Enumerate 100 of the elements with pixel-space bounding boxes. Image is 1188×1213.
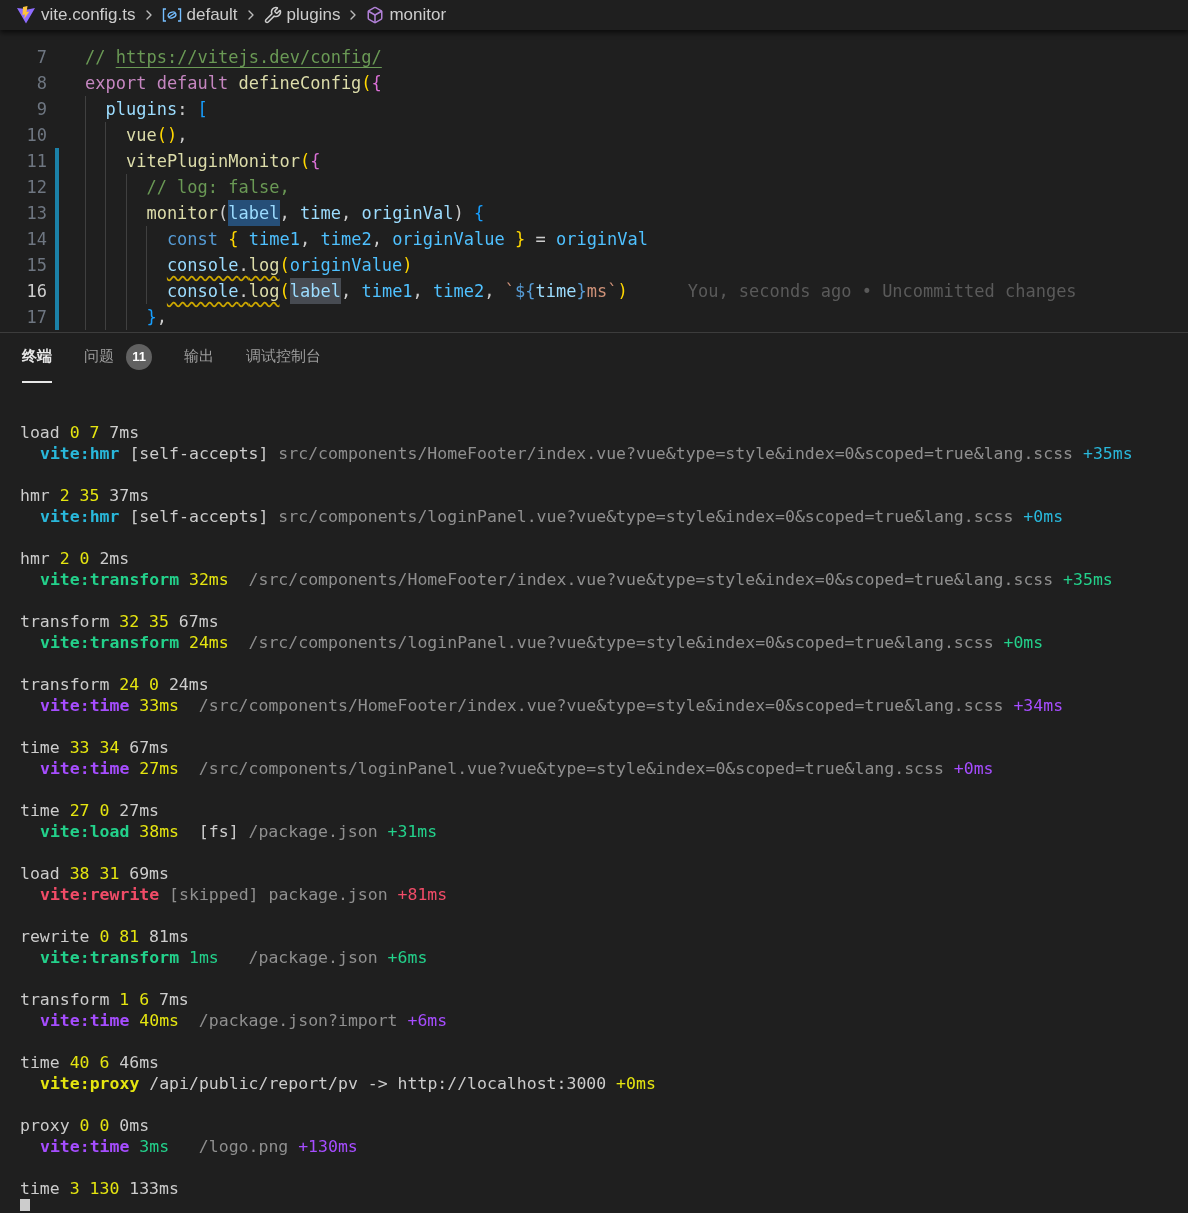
timing-value: 2 35 <box>59 485 100 506</box>
variable-name: time <box>535 280 577 303</box>
code-punctuation: , <box>177 124 188 147</box>
constant-name: originVal <box>555 228 649 251</box>
code-bracket: } <box>146 306 157 329</box>
code-string: ms` <box>586 280 618 303</box>
namespace-tag: vite:time <box>40 1010 130 1031</box>
log-text: transform <box>20 989 110 1010</box>
timing-value: 27ms <box>139 758 180 779</box>
timing-value: 24 0 <box>119 674 160 695</box>
constant-name: time2 <box>433 280 485 303</box>
log-text: transform <box>20 611 110 632</box>
namespace-tag: vite:time <box>40 758 130 779</box>
elapsed-time: +0ms <box>1023 506 1064 527</box>
elapsed-time: 3ms <box>139 1136 170 1157</box>
log-text: [self-accepts] <box>129 443 269 464</box>
log-text: 81ms <box>149 926 189 947</box>
constant-name: originValue <box>289 254 403 277</box>
log-detail: /src/components/loginPanel.vue?vue&type=style&index=0&scoped=true&lang.scss <box>247 632 994 653</box>
code-keyword: ${ <box>515 280 536 303</box>
namespace-tag: vite:rewrite <box>40 884 160 905</box>
elapsed-time: +35ms <box>1082 443 1133 464</box>
panel-tab[interactable]: 调试控制台 <box>246 332 321 383</box>
log-text: time <box>20 800 60 821</box>
namespace-tag: vite:transform <box>40 569 180 590</box>
code-bracket: ( <box>279 280 290 303</box>
code-punctuation: ) <box>453 202 465 225</box>
code-bracket: ) <box>617 280 628 303</box>
function-name: monitor <box>146 202 219 225</box>
breadcrumb-item[interactable]: plugins <box>286 2 341 28</box>
log-text: time <box>20 737 60 758</box>
line-number: 15 <box>25 254 47 277</box>
log-detail: /src/components/loginPanel.vue?vue&type=style&index=0&scoped=true&lang.scss <box>197 758 944 779</box>
code-punctuation: , <box>484 280 496 303</box>
log-detail: src/components/loginPanel.vue?vue&type=style&index=0&scoped=true&lang.scss <box>278 506 1014 527</box>
highlighted-variable: label <box>289 278 341 304</box>
code-keyword: const <box>166 228 220 251</box>
breadcrumb-item[interactable]: default <box>186 2 238 28</box>
log-detail: [skipped] package.json <box>169 884 388 905</box>
log-text: 67ms <box>129 737 169 758</box>
timing-value: 27 0 <box>69 800 110 821</box>
log-text: transform <box>20 674 110 695</box>
log-detail: src/components/HomeFooter/index.vue?vue&type=style&index=0&scoped=true&lang.scss <box>278 443 1074 464</box>
timing-value: 40ms <box>139 1010 180 1031</box>
constant-name: time2 <box>320 228 372 251</box>
timing-value: 3 130 <box>69 1178 120 1199</box>
elapsed-time: +6ms <box>387 947 428 968</box>
breadcrumb-item[interactable]: monitor <box>389 2 447 28</box>
variable-name: originVal <box>361 202 454 225</box>
code-bracket: { <box>474 202 485 225</box>
panel-tab[interactable]: 输出 <box>184 332 214 383</box>
log-text: [fs] <box>197 821 239 842</box>
code-punctuation: , <box>340 202 353 225</box>
panel-tab[interactable]: 终端 <box>22 332 52 383</box>
timing-value: 33ms <box>139 695 180 716</box>
log-text: 7ms <box>159 989 189 1010</box>
code-comment: // log: false, <box>146 176 290 199</box>
elapsed-time: +6ms <box>407 1010 448 1031</box>
function-name: log <box>248 254 280 277</box>
log-text: [self-accepts] <box>129 506 269 527</box>
log-text: proxy <box>20 1115 70 1136</box>
code-bracket: () <box>156 124 178 147</box>
timing-value: 32ms <box>188 569 229 590</box>
timing-value: +0ms <box>616 1073 656 1094</box>
timing-value: 2 0 <box>59 548 90 569</box>
code-bracket: ) <box>402 254 413 277</box>
line-number: 17 <box>25 306 47 329</box>
log-text: load <box>20 863 60 884</box>
code-punctuation: = <box>535 228 547 251</box>
breadcrumb-item[interactable]: vite.config.ts <box>41 2 136 28</box>
terminal-cursor <box>20 1199 30 1211</box>
log-detail: /logo.png <box>197 1136 289 1157</box>
variable-name: console <box>166 280 239 303</box>
code-keyword: } <box>576 280 587 303</box>
vite-logo-icon <box>16 5 36 25</box>
log-text: 133ms <box>129 1178 179 1199</box>
log-text: hmr <box>20 548 50 569</box>
problem-count-badge: 11 <box>126 343 152 370</box>
function-name: vitePluginMonitor <box>125 150 300 173</box>
line-number: 16 <box>25 280 47 303</box>
timing-value: 1 6 <box>119 989 150 1010</box>
code-punctuation: , <box>371 228 383 251</box>
elapsed-time: 1ms <box>188 947 219 968</box>
code-string: ` <box>504 280 515 303</box>
timing-value: 40 6 <box>69 1052 110 1073</box>
timing-value: 33 34 <box>69 737 120 758</box>
line-number: 8 <box>35 72 47 95</box>
selected-variable: label <box>228 200 280 226</box>
variable-name: console <box>166 254 239 277</box>
timing-value: 0 0 <box>79 1115 110 1136</box>
timing-value: 38ms <box>139 821 180 842</box>
log-detail: /src/components/HomeFooter/index.vue?vue&type=style&index=0&scoped=true&lang.scss <box>247 569 1054 590</box>
log-text: 27ms <box>119 800 160 821</box>
function-name: log <box>248 280 280 303</box>
code-punctuation: ( <box>218 202 229 225</box>
log-text: time <box>20 1052 60 1073</box>
log-text: 67ms <box>178 611 219 632</box>
variable-name: plugins <box>105 98 178 121</box>
panel-tab[interactable]: 问题 11 <box>84 332 152 383</box>
timing-value: 0 7 <box>69 422 100 443</box>
